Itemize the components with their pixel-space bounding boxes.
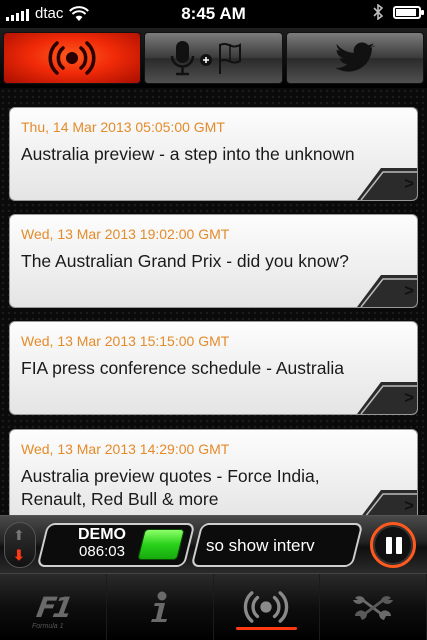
news-title: FIA press conference schedule - Australi… [21,358,344,378]
commentary-player-bar: ⬆ ⬇ DEMO 086:03 so show interv [0,515,427,573]
pause-icon [386,537,392,554]
news-title: Australia preview - a step into the unkn… [21,144,355,164]
ticker-text: so show interv [206,536,315,555]
news-title: The Australian Grand Prix - did you know… [21,251,349,271]
microphone-plus-flag-icon [171,41,242,76]
tab-live-commentary[interactable] [3,32,142,84]
tab-audio-flags[interactable] [144,32,283,84]
wrench-icon [353,596,394,620]
news-item[interactable]: Thu, 14 Mar 2013 05:05:00 GMT Australia … [9,107,418,201]
news-date: Wed, 13 Mar 2013 14:29:00 GMT [21,441,230,457]
broadcast-icon [244,591,289,623]
tab-settings[interactable] [320,574,427,640]
news-title: Australia preview quotes - Force India, … [21,466,320,509]
tab-twitter[interactable] [285,32,424,84]
news-date: Wed, 13 Mar 2013 15:15:00 GMT [21,333,230,349]
arrow-down-icon: ⬇ [13,547,25,563]
news-date: Thu, 14 Mar 2013 05:05:00 GMT [21,119,225,135]
active-tab-indicator [235,627,298,630]
chevron-right-icon: > [404,388,414,407]
track-status-flag [137,529,185,560]
broadcast-icon [48,41,96,75]
f1-logo: F1 [33,590,73,624]
bottom-tab-bar: F1 Formula 1 [0,573,427,640]
tab-f1-home[interactable]: F1 Formula 1 [0,574,107,640]
tab-live[interactable] [214,574,321,640]
news-item[interactable]: Wed, 13 Mar 2013 19:02:00 GMT The Austra… [9,214,418,308]
info-icon [150,591,167,622]
session-info: DEMO 086:03 [60,526,144,560]
status-time: 8:45 AM [181,4,246,23]
session-mode: DEMO [78,526,126,543]
chevron-right-icon: > [404,281,414,300]
news-list[interactable]: Thu, 14 Mar 2013 05:05:00 GMT Australia … [0,88,427,515]
pause-button[interactable] [370,522,416,568]
battery-icon [393,5,424,19]
chevron-right-icon: > [404,496,414,515]
tab-info[interactable] [107,574,214,640]
top-tab-bar [0,28,427,88]
chevron-right-icon: > [404,174,414,193]
twitter-bird-icon [335,42,375,72]
news-item[interactable]: Wed, 13 Mar 2013 15:15:00 GMT FIA press … [9,321,418,415]
scroll-toggle[interactable]: ⬆ ⬇ [4,522,36,568]
arrow-up-icon: ⬆ [13,527,25,543]
bluetooth-icon [373,4,383,20]
status-bar: dtac 8:45 AM [0,0,427,28]
news-date: Wed, 13 Mar 2013 19:02:00 GMT [21,226,230,242]
f1-logo-sub: Formula 1 [32,623,64,630]
session-clock: 086:03 [79,543,125,560]
news-item[interactable]: Wed, 13 Mar 2013 14:29:00 GMT Australia … [9,429,418,515]
